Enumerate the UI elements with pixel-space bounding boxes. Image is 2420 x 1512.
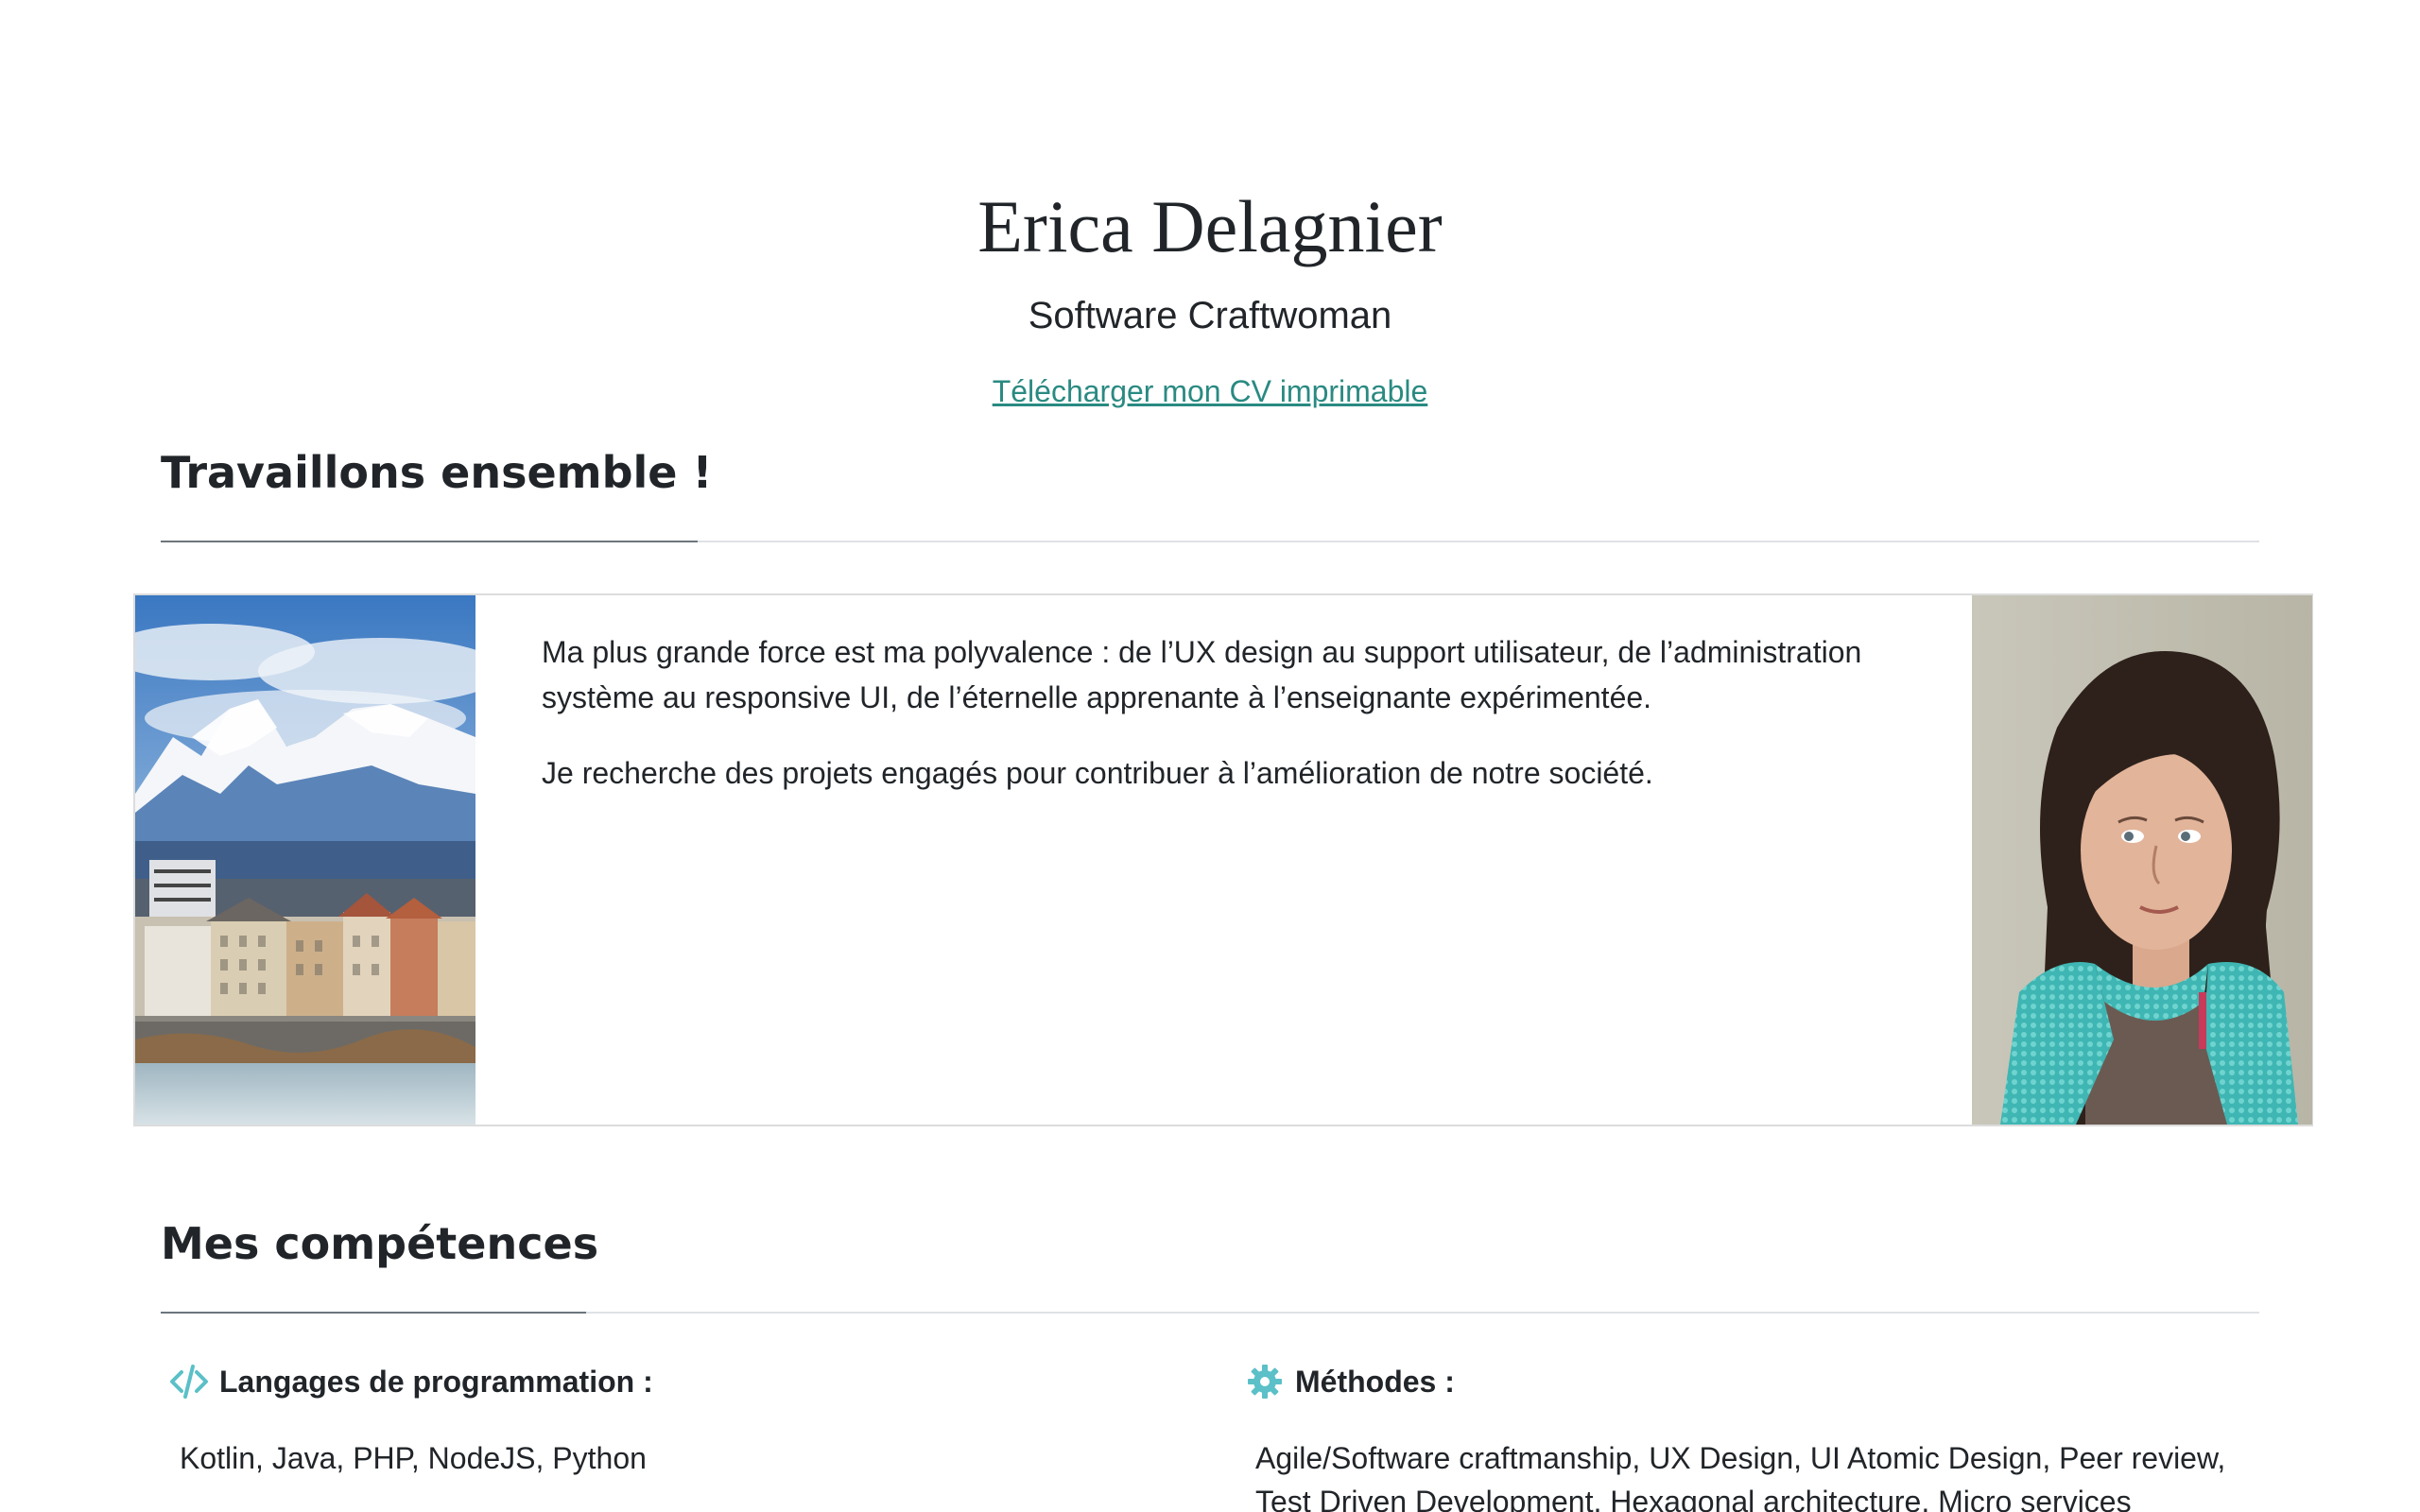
person-name: Erica Delagnier <box>977 185 1443 267</box>
intro-section-title: Travaillons ensemble ! <box>161 447 713 498</box>
intro-text: Ma plus grande force est ma polyvalence … <box>542 629 1903 826</box>
intro-card: Ma plus grande force est ma polyvalence … <box>133 593 2313 1126</box>
skills-section-title: Mes compétences <box>161 1218 599 1269</box>
skill-card-languages: Langages de programmation : Kotlin, Java… <box>168 1361 1191 1480</box>
skills-section-divider <box>161 1312 2259 1314</box>
gear-icon <box>1248 1365 1282 1399</box>
cv-page: Erica Delagnier Software Craftwoman Télé… <box>0 0 2420 1512</box>
code-icon <box>170 1365 208 1399</box>
intro-paragraph: Je recherche des projets engagés pour co… <box>542 756 1653 790</box>
intro-section-divider-accent <box>161 541 698 542</box>
intro-paragraph: Ma plus grande force est ma polyvalence … <box>542 635 1862 714</box>
portrait-photo <box>1972 595 2312 1125</box>
skill-label: Langages de programmation : <box>219 1365 653 1399</box>
download-cv-link[interactable]: Télécharger mon CV imprimable <box>993 370 1428 412</box>
skills-section-divider-accent <box>161 1312 586 1314</box>
person-title: Software Craftwoman <box>1028 295 1392 336</box>
skill-label: Méthodes : <box>1295 1365 1455 1399</box>
skill-value: Kotlin, Java, PHP, NodeJS, Python <box>180 1441 647 1475</box>
mountain-city-photo <box>135 595 475 1125</box>
skill-heading: Méthodes : <box>1244 1361 2267 1402</box>
skill-value: Agile/Software craftmanship, UX Design, … <box>1255 1441 2226 1512</box>
skill-card-methods: Méthodes : Agile/Software craftmanship, … <box>1244 1361 2267 1512</box>
intro-section-divider <box>161 541 2259 542</box>
page-header: Erica Delagnier Software Craftwoman Télé… <box>0 180 2420 412</box>
skill-heading: Langages de programmation : <box>168 1361 1191 1402</box>
